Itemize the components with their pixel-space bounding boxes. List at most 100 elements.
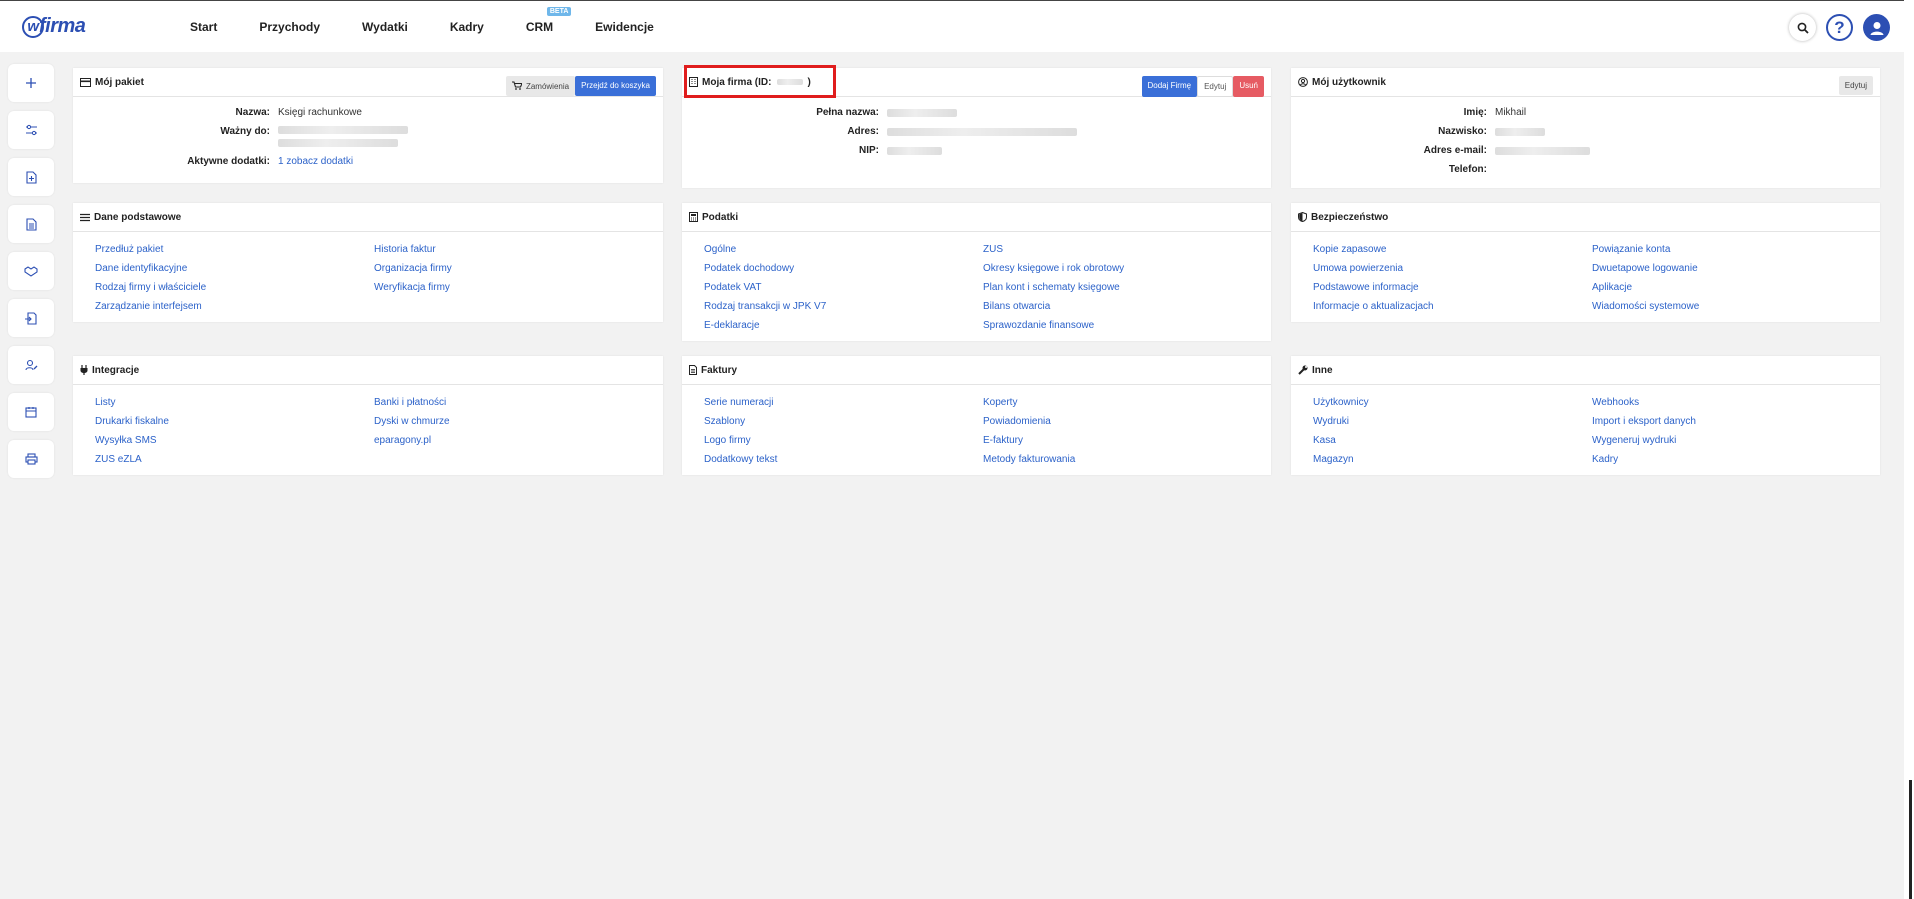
link-powiazanie-konta[interactable]: Powiązanie konta [1592, 240, 1871, 259]
nav-przychody[interactable]: Przychody [259, 20, 320, 34]
list-icon [80, 213, 90, 222]
wfirma-logo[interactable]: w firma [22, 15, 86, 38]
link-sprawozdanie-finansowe[interactable]: Sprawozdanie finansowe [983, 316, 1262, 335]
edit-company-button[interactable]: Edytuj [1197, 76, 1234, 97]
package-name-value: Księgi rachunkowe [278, 107, 362, 118]
section-title: Faktury [701, 364, 738, 376]
link-okresy-ksiegowe[interactable]: Okresy księgowe i rok obrotowy [983, 259, 1262, 278]
link-drukarki-fiskalne[interactable]: Drukarki fiskalne [95, 412, 374, 431]
company-title-end: ) [807, 76, 811, 88]
link-dyski-w-chmurze[interactable]: Dyski w chmurze [374, 412, 653, 431]
nav-crm[interactable]: CRM BETA [525, 7, 572, 34]
link-dodatkowy-tekst[interactable]: Dodatkowy tekst [704, 450, 983, 469]
link-organizacja-firmy[interactable]: Organizacja firmy [374, 259, 653, 278]
link-podstawowe-informacje[interactable]: Podstawowe informacje [1313, 278, 1592, 297]
link-umowa-powierzenia[interactable]: Umowa powierzenia [1313, 259, 1592, 278]
link-rodzaj-transakcji[interactable]: Rodzaj transakcji w JPK V7 [704, 297, 983, 316]
user-circle-icon [1298, 77, 1308, 87]
handshake-icon[interactable] [8, 252, 54, 290]
company-row-fullname: Pełna nazwa: [682, 103, 1077, 122]
user-row-phone: Telefon: [1291, 160, 1590, 179]
see-addons-link[interactable]: 1 zobacz dodatki [278, 156, 353, 167]
credit-card-icon [80, 77, 91, 87]
section-header: Inne [1291, 356, 1880, 385]
section-links: Kopie zapasowe Powiązanie konta Umowa po… [1313, 240, 1871, 316]
calendar-icon[interactable] [8, 393, 54, 431]
import-icon[interactable] [8, 299, 54, 337]
printer-icon[interactable] [8, 440, 54, 478]
link-bilans-otwarcia[interactable]: Bilans otwarcia [983, 297, 1262, 316]
logo-text: firma [39, 15, 86, 37]
link-webhooks[interactable]: Webhooks [1592, 393, 1871, 412]
link-plan-kont[interactable]: Plan kont i schematy księgowe [983, 278, 1262, 297]
user-details: Imię: Mikhail Nazwisko: Adres e-mail: Tel… [1291, 103, 1590, 179]
add-company-button[interactable]: Dodaj Firmę [1141, 76, 1198, 97]
package-valid-label: Ważny do: [220, 126, 270, 137]
delete-company-button[interactable]: Usuń [1233, 76, 1264, 97]
building-icon [689, 77, 698, 87]
link-historia-faktur[interactable]: Historia faktur [374, 240, 653, 259]
user-title: Mój użytkownik [1312, 76, 1386, 88]
company-details: Pełna nazwa: Adres: NIP: [682, 103, 1077, 160]
link-wysylka-sms[interactable]: Wysyłka SMS [95, 431, 374, 450]
link-wiadomosci-systemowe[interactable]: Wiadomości systemowe [1592, 297, 1871, 316]
link-import-eksport[interactable]: Import i eksport danych [1592, 412, 1871, 431]
link-zarzadzanie-interfejsem[interactable]: Zarządzanie interfejsem [95, 297, 374, 316]
link-uzytkownicy[interactable]: Użytkownicy [1313, 393, 1592, 412]
package-actions: Zamówienia Przejdź do koszyka [505, 76, 656, 96]
search-icon[interactable] [1789, 14, 1816, 41]
link-informacje-o-aktualizacjach[interactable]: Informacje o aktualizacjach [1313, 297, 1592, 316]
user-email-redacted [1495, 146, 1590, 155]
help-icon[interactable]: ? [1826, 14, 1853, 41]
link-podatek-dochodowy[interactable]: Podatek dochodowy [704, 259, 983, 278]
edit-user-button[interactable]: Edytuj [1838, 76, 1873, 95]
link-e-faktury[interactable]: E-faktury [983, 431, 1262, 450]
orders-button[interactable]: Zamówienia [505, 76, 576, 96]
section-card-integracje: Integracje Listy Banki i płatności Druka… [73, 356, 663, 475]
link-aplikacje[interactable]: Aplikacje [1592, 278, 1871, 297]
document-icon[interactable] [8, 205, 54, 243]
plus-icon[interactable] [8, 64, 54, 102]
main-nav: Start Przychody Wydatki Kadry CRM BETA Ew… [190, 1, 696, 53]
user-lastname-label: Nazwisko: [1438, 126, 1487, 137]
nav-crm-label: CRM [525, 20, 554, 34]
link-zus[interactable]: ZUS [983, 240, 1262, 259]
link-szablony[interactable]: Szablony [704, 412, 983, 431]
link-wygeneruj-wydruki[interactable]: Wygeneruj wydruki [1592, 431, 1871, 450]
user-edit-icon[interactable] [8, 346, 54, 384]
wrench-icon [1298, 365, 1308, 375]
link-metody-fakturowania[interactable]: Metody fakturowania [983, 450, 1262, 469]
link-logo-firmy[interactable]: Logo firmy [704, 431, 983, 450]
link-eparagony[interactable]: eparagony.pl [374, 431, 653, 450]
link-listy[interactable]: Listy [95, 393, 374, 412]
company-nip-label: NIP: [859, 145, 879, 156]
link-kadry[interactable]: Kadry [1592, 450, 1871, 469]
nav-ewidencje[interactable]: Ewidencje [595, 20, 654, 34]
link-banki-i-platnosci[interactable]: Banki i płatności [374, 393, 653, 412]
link-przedluz-pakiet[interactable]: Przedłuż pakiet [95, 240, 374, 259]
section-links: Ogólne ZUS Podatek dochodowy Okresy księ… [704, 240, 1262, 335]
add-document-icon[interactable] [8, 158, 54, 196]
link-weryfikacja-firmy[interactable]: Weryfikacja firmy [374, 278, 653, 297]
link-powiadomienia[interactable]: Powiadomienia [983, 412, 1262, 431]
link-kasa[interactable]: Kasa [1313, 431, 1592, 450]
section-title: Dane podstawowe [94, 211, 182, 223]
link-e-deklaracje[interactable]: E-deklaracje [704, 316, 983, 335]
link-koperty[interactable]: Koperty [983, 393, 1262, 412]
link-podatek-vat[interactable]: Podatek VAT [704, 278, 983, 297]
link-zus-ezla[interactable]: ZUS eZLA [95, 450, 374, 469]
link-serie-numeracji[interactable]: Serie numeracji [704, 393, 983, 412]
link-rodzaj-firmy[interactable]: Rodzaj firmy i właściciele [95, 278, 374, 297]
link-kopie-zapasowe[interactable]: Kopie zapasowe [1313, 240, 1592, 259]
link-dwuetapowe-logowanie[interactable]: Dwuetapowe logowanie [1592, 259, 1871, 278]
go-to-cart-button[interactable]: Przejdź do koszyka [575, 76, 656, 96]
sliders-icon[interactable] [8, 111, 54, 149]
nav-kadry[interactable]: Kadry [450, 20, 484, 34]
user-icon[interactable] [1863, 14, 1890, 41]
nav-wydatki[interactable]: Wydatki [362, 20, 408, 34]
link-ogolne[interactable]: Ogólne [704, 240, 983, 259]
link-dane-identyfikacyjne[interactable]: Dane identyfikacyjne [95, 259, 374, 278]
link-magazyn[interactable]: Magazyn [1313, 450, 1592, 469]
link-wydruki[interactable]: Wydruki [1313, 412, 1592, 431]
nav-start[interactable]: Start [190, 20, 217, 34]
